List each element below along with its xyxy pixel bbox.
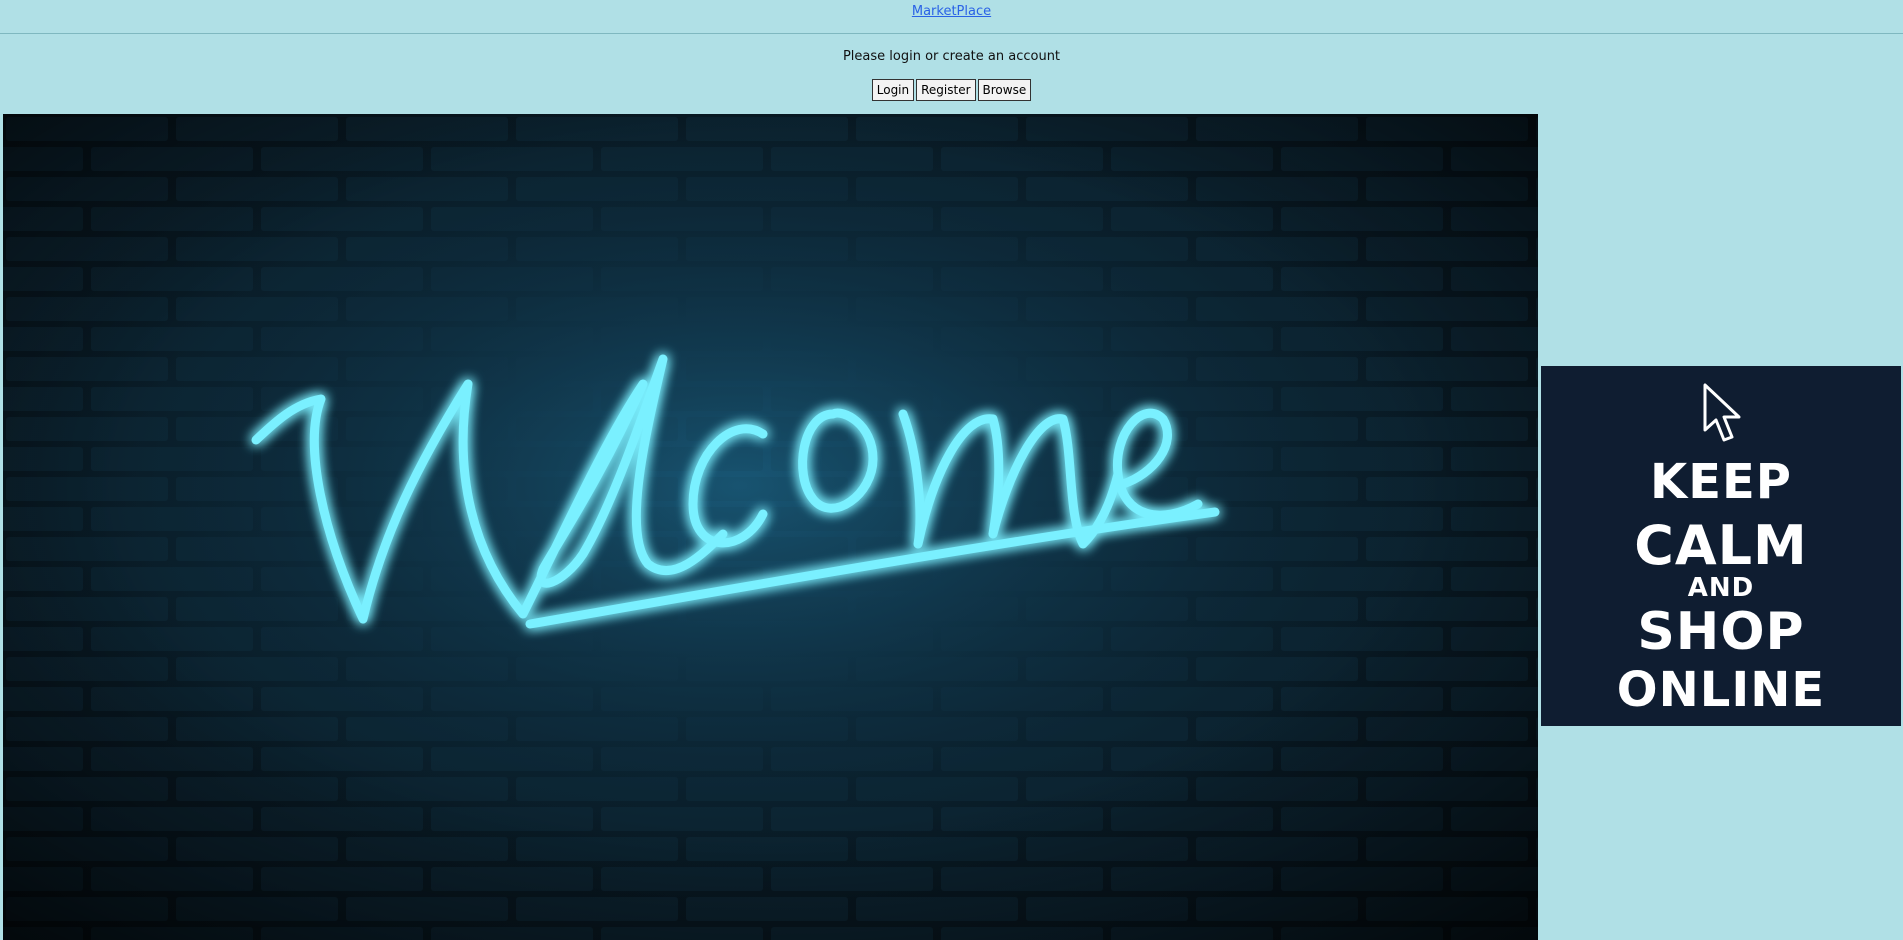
browse-button[interactable]: Browse	[977, 79, 1032, 101]
login-prompt: Please login or create an account	[842, 49, 1061, 64]
mouse-pointer-icon	[1703, 383, 1741, 442]
promo-line-online: ONLINE	[1616, 662, 1826, 718]
brick-wall-backdrop	[3, 114, 1538, 940]
login-button[interactable]: Login	[871, 79, 915, 101]
promo-line-and: AND	[1687, 573, 1755, 603]
promo-line-shop: SHOP	[1637, 602, 1805, 662]
top-bar: MarketPlace	[0, 0, 1903, 34]
welcome-neon-image	[3, 114, 1538, 940]
auth-button-row: Login Register Browse	[0, 79, 1903, 101]
keep-calm-promo: KEEP CALM AND SHOP ONLINE	[1541, 366, 1901, 726]
promo-line-keep: KEEP	[1650, 454, 1792, 510]
marketplace-link[interactable]: MarketPlace	[912, 4, 991, 19]
register-button[interactable]: Register	[916, 79, 976, 101]
promo-line-calm: CALM	[1634, 514, 1808, 577]
